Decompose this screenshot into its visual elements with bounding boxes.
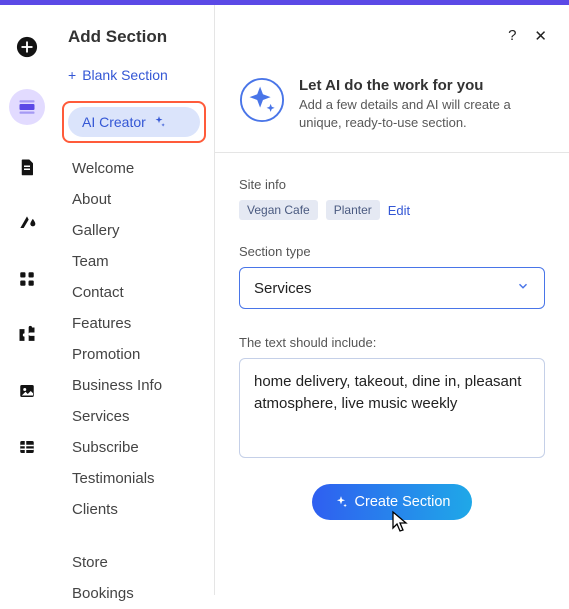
sidebar-item[interactable]: Business Info — [68, 370, 200, 401]
panel-title: Add Section — [68, 27, 200, 47]
sections-icon[interactable] — [9, 89, 45, 125]
sidebar-item[interactable]: Subscribe — [68, 432, 200, 463]
ai-creator-chip[interactable]: AI Creator — [68, 107, 200, 137]
plus-icon: + — [68, 67, 76, 83]
include-label: The text should include: — [239, 335, 545, 350]
section-categories: Welcome About Gallery Team Contact Featu… — [68, 153, 200, 609]
site-info-label: Site info — [239, 177, 545, 192]
add-icon[interactable] — [13, 33, 41, 61]
ai-creator-label: AI Creator — [82, 114, 146, 130]
include-textarea[interactable]: home delivery, takeout, dine in, pleasan… — [239, 358, 545, 458]
create-section-label: Create Section — [355, 494, 451, 510]
help-icon[interactable]: ? — [508, 27, 516, 45]
cursor-icon — [390, 510, 410, 534]
sidebar-item[interactable]: Welcome — [68, 153, 200, 184]
blank-section-link[interactable]: + Blank Section — [68, 67, 200, 83]
page-icon[interactable] — [13, 153, 41, 181]
close-icon[interactable]: ✕ — [534, 27, 547, 45]
blank-section-label: Blank Section — [82, 67, 168, 83]
divider — [215, 152, 569, 153]
sidebar-item[interactable]: Bookings — [68, 578, 200, 609]
sidebar-item[interactable]: About — [68, 184, 200, 215]
sidebar-item[interactable]: Promotion — [68, 339, 200, 370]
site-tag: Vegan Cafe — [239, 200, 318, 220]
puzzle-icon[interactable] — [13, 321, 41, 349]
section-type-value: Services — [254, 280, 312, 297]
image-icon[interactable] — [13, 377, 41, 405]
data-icon[interactable] — [13, 433, 41, 461]
sparkle-icon — [334, 495, 348, 509]
section-type-select[interactable]: Services — [239, 267, 545, 309]
intro-title: Let AI do the work for you — [299, 77, 545, 94]
edit-site-info-link[interactable]: Edit — [388, 203, 410, 218]
main-content: ? ✕ Let AI do the work for you Add a few… — [215, 5, 569, 595]
sidebar-item[interactable]: Team — [68, 246, 200, 277]
sidebar-item[interactable]: Gallery — [68, 215, 200, 246]
chevron-down-icon — [516, 279, 530, 297]
sidebar-item[interactable]: Features — [68, 308, 200, 339]
sparkle-icon — [152, 115, 166, 129]
site-info-tags: Vegan Cafe Planter Edit — [239, 200, 545, 220]
ai-sparkle-icon — [239, 77, 285, 123]
intro-subtitle: Add a few details and AI will create a u… — [299, 96, 545, 132]
section-list-panel: Add Section + Blank Section AI Creator W… — [54, 5, 215, 595]
ai-creator-highlight: AI Creator — [62, 101, 206, 143]
sidebar-item[interactable]: Store — [68, 547, 200, 578]
apps-icon[interactable] — [13, 265, 41, 293]
sidebar-item[interactable]: Services — [68, 401, 200, 432]
sidebar-item[interactable]: Testimonials — [68, 463, 200, 494]
section-type-label: Section type — [239, 244, 545, 259]
site-tag: Planter — [326, 200, 380, 220]
sidebar-item[interactable]: Contact — [68, 277, 200, 308]
theme-icon[interactable] — [13, 209, 41, 237]
sidebar-item[interactable]: Clients — [68, 494, 200, 525]
icon-rail — [0, 5, 54, 595]
